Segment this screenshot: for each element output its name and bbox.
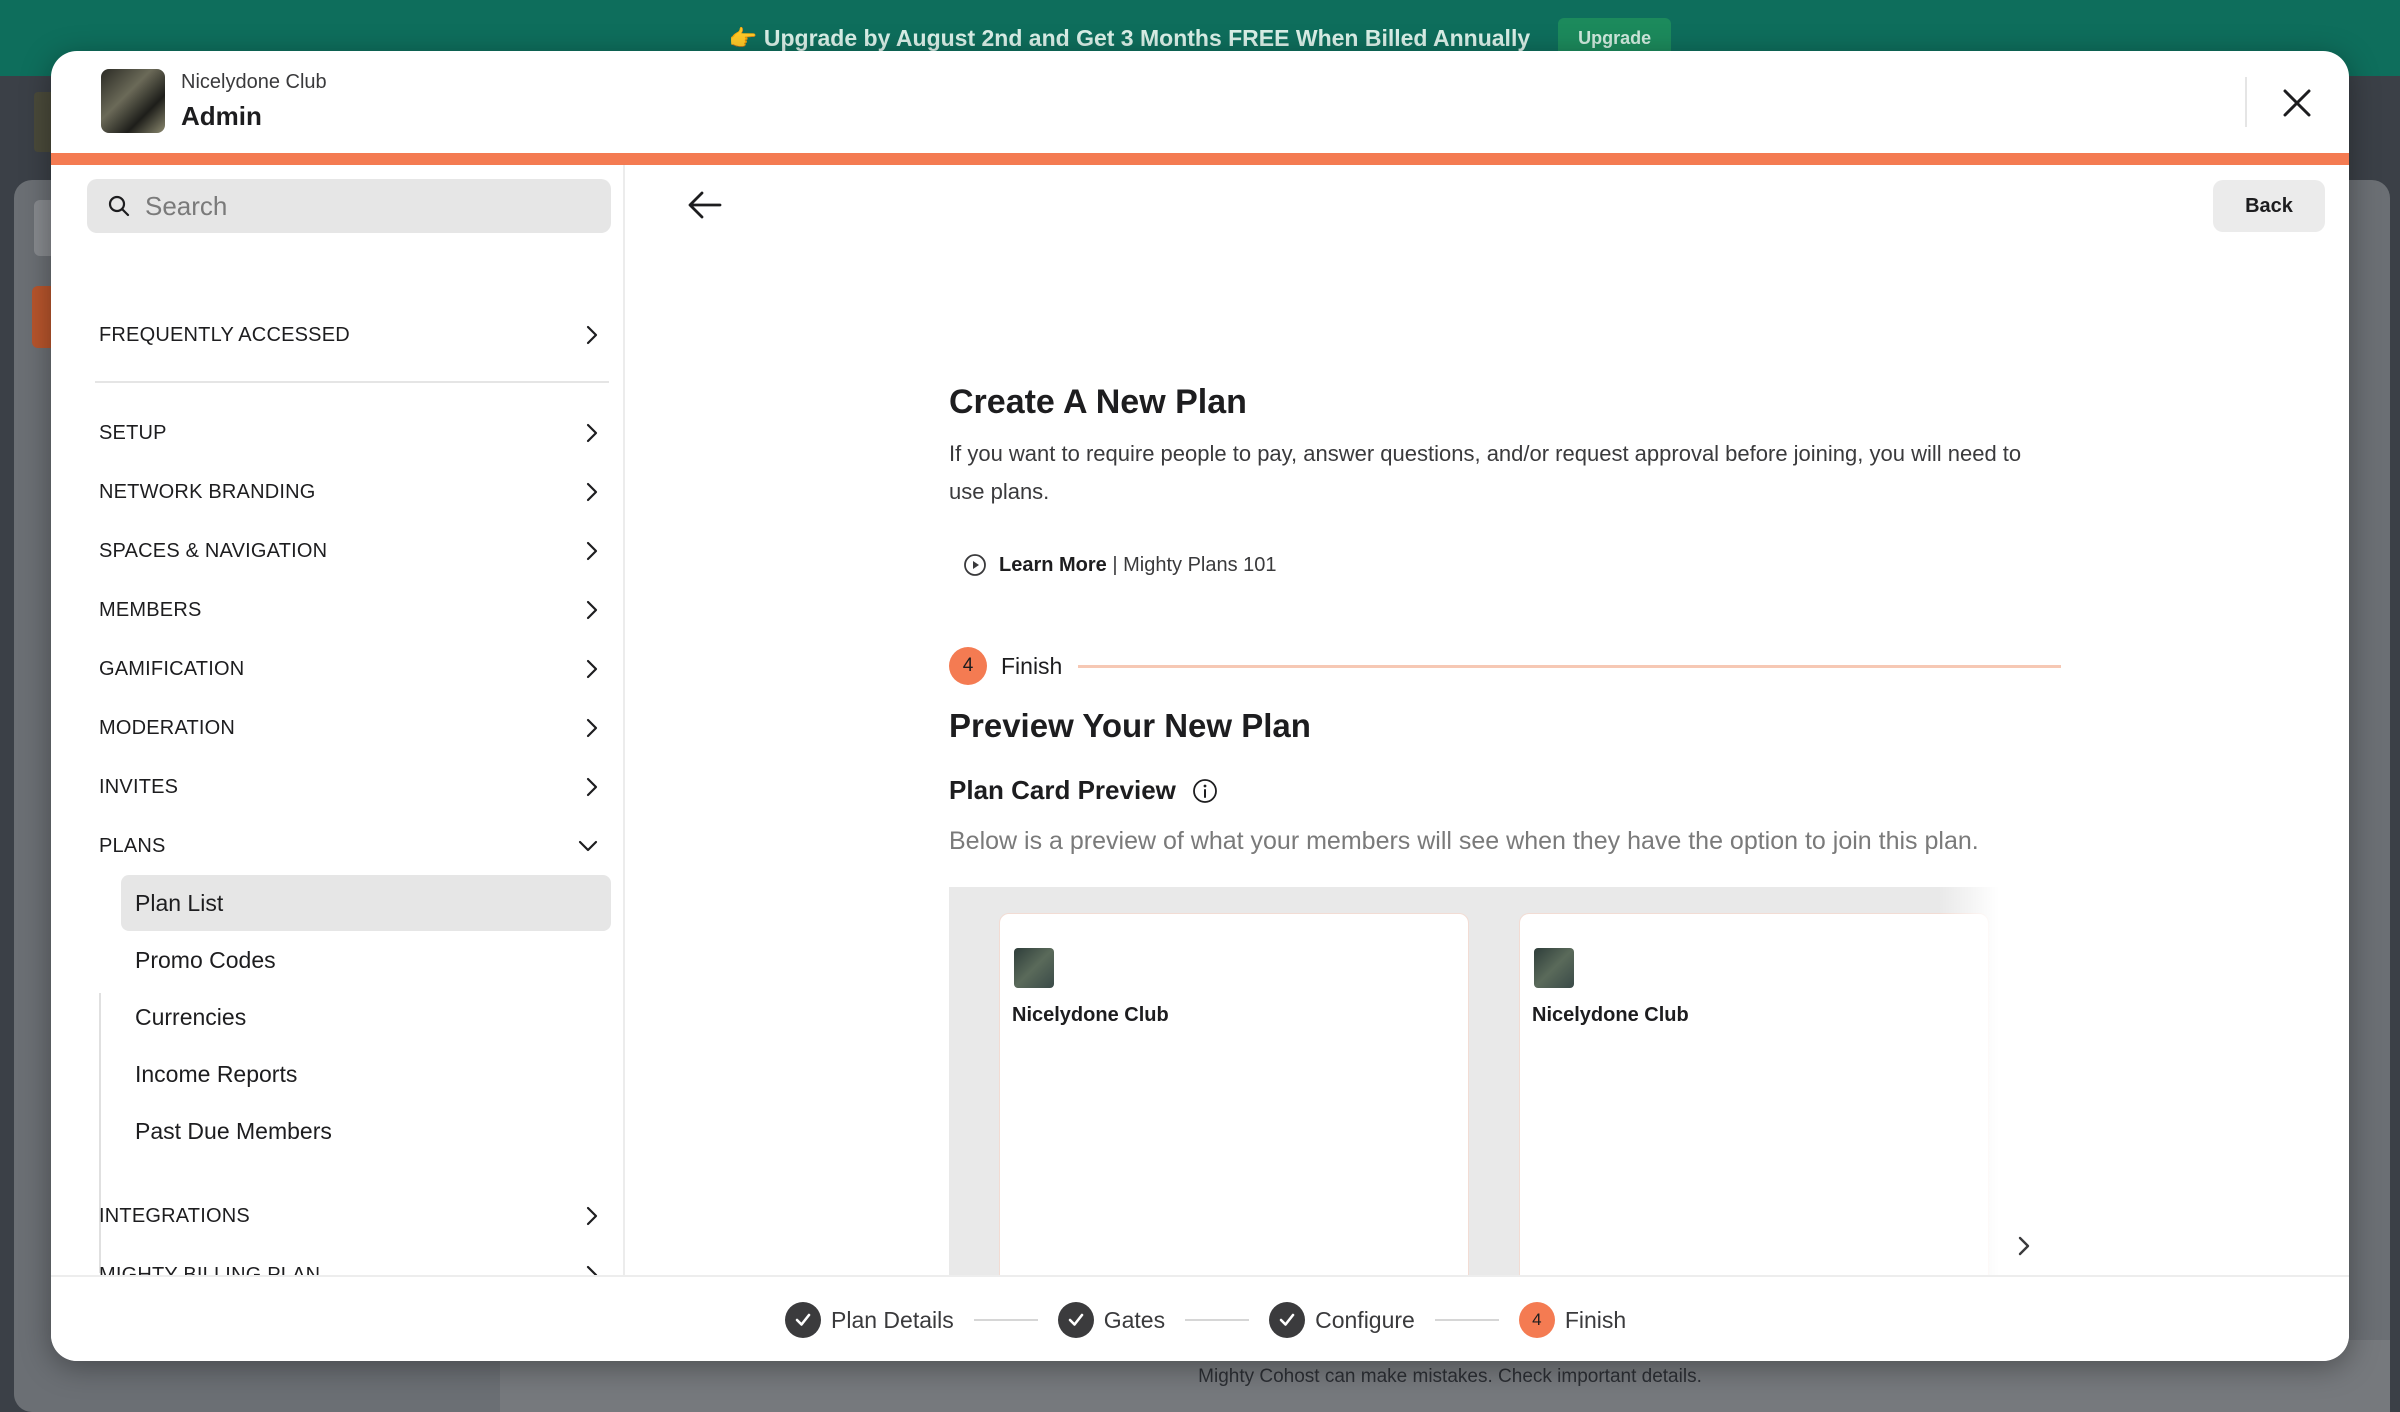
step-label: Finish: [1564, 1306, 1627, 1333]
step-number-badge: 4: [949, 647, 987, 685]
sidebar-item-label: INTEGRATIONS: [99, 1204, 250, 1227]
back-arrow-button[interactable]: [681, 181, 729, 229]
plan-card-logo: [1014, 948, 1054, 988]
plan-card-logo: [1534, 948, 1574, 988]
check-icon: [785, 1302, 821, 1338]
sidebar-item-invites[interactable]: INVITES: [99, 763, 599, 811]
sidebar-item-members[interactable]: MEMBERS: [99, 586, 599, 634]
plan-card[interactable]: Nicelydone Club: [1519, 913, 1989, 1285]
plan-card[interactable]: Nicelydone Club: [999, 913, 1469, 1285]
create-plan-description: If you want to require people to pay, an…: [949, 441, 2022, 504]
admin-sidebar: FREQUENTLY ACCESSED SETUP NETWORK BRANDI…: [51, 165, 625, 1285]
sidebar-item-label: MODERATION: [99, 716, 236, 739]
sidebar-subitem-income-reports[interactable]: Income Reports: [121, 1046, 611, 1102]
chevron-right-icon: [586, 325, 598, 345]
sidebar-item-gamification[interactable]: GAMIFICATION: [99, 645, 599, 693]
step-gates[interactable]: Gates: [1057, 1302, 1166, 1338]
step-configure[interactable]: Configure: [1269, 1302, 1415, 1338]
close-button[interactable]: [2271, 77, 2323, 129]
sidebar-subitem-currencies[interactable]: Currencies: [121, 989, 611, 1045]
sidebar-item-moderation[interactable]: MODERATION: [99, 704, 599, 752]
sidebar-item-label: SETUP: [99, 421, 167, 444]
sidebar-item-label: NETWORK BRANDING: [99, 480, 316, 503]
chevron-right-icon: [586, 600, 598, 620]
wizard-stepper: Plan Details Gates Configure 4 Finish: [785, 1277, 1626, 1361]
chevron-right-icon: [2018, 1236, 2030, 1256]
check-icon: [1057, 1302, 1094, 1338]
org-logo: [101, 69, 165, 133]
chevron-down-icon: [578, 840, 598, 852]
step-finish[interactable]: 4 Finish: [1518, 1302, 1627, 1338]
plan-card-carousel: Nicelydone Club Nicelydone Club: [949, 887, 1999, 1285]
disclaimer-text: Mighty Cohost can make mistakes. Check i…: [1198, 1366, 1702, 1387]
page-title: Admin: [181, 101, 262, 131]
sidebar-divider: [95, 381, 609, 383]
sidebar-item-network-branding[interactable]: NETWORK BRANDING: [99, 468, 599, 516]
sidebar-item-setup[interactable]: SETUP: [99, 409, 599, 457]
step-line: [1078, 664, 2061, 668]
arrow-left-icon: [688, 191, 722, 219]
sidebar-item-spaces-navigation[interactable]: SPACES & NAVIGATION: [99, 527, 599, 575]
search-box[interactable]: [87, 179, 611, 233]
admin-modal: Nicelydone Club Admin FREQUENTLY ACCESSE…: [51, 51, 2349, 1361]
back-button[interactable]: Back: [2213, 180, 2325, 232]
step-label: Plan Details: [831, 1306, 954, 1333]
check-icon: [1269, 1302, 1306, 1338]
accent-bar: [51, 153, 2349, 165]
info-icon[interactable]: [1192, 778, 1218, 804]
step-label: Finish: [1001, 652, 1063, 679]
learn-more-rest: | Mighty Plans 101: [1106, 553, 1277, 576]
current-step-header: 4 Finish: [949, 647, 2061, 685]
learn-more-link[interactable]: Learn More | Mighty Plans 101: [963, 553, 1277, 577]
sidebar-item-plans[interactable]: PLANS: [99, 822, 599, 870]
sidebar-subitem-past-due-members[interactable]: Past Due Members: [121, 1103, 611, 1159]
sidebar-item-label: FREQUENTLY ACCESSED: [99, 323, 350, 346]
carousel-next-button[interactable]: [2009, 1231, 2039, 1261]
close-icon: [2283, 89, 2311, 117]
sidebar-item-integrations[interactable]: INTEGRATIONS: [99, 1192, 599, 1240]
step-number-badge: 4: [1518, 1302, 1555, 1338]
sidebar-item-frequently-accessed[interactable]: FREQUENTLY ACCESSED: [99, 311, 599, 359]
plan-card-preview-heading: Plan Card Preview: [949, 775, 1218, 806]
sidebar-item-label: SPACES & NAVIGATION: [99, 539, 328, 562]
plan-card-preview-description: Below is a preview of what your members …: [949, 827, 1979, 855]
learn-more-text: Learn More | Mighty Plans 101: [999, 554, 1277, 577]
learn-more-bold: Learn More: [999, 553, 1107, 576]
sidebar-subitem-promo-codes[interactable]: Promo Codes: [121, 932, 611, 988]
step-connector: [973, 1319, 1038, 1321]
step-label: Configure: [1315, 1306, 1415, 1333]
plan-card-name: Nicelydone Club: [1012, 1004, 1169, 1026]
chevron-right-icon: [586, 1206, 598, 1226]
chevron-right-icon: [586, 777, 598, 797]
sidebar-item-label: GAMIFICATION: [99, 657, 245, 680]
step-connector: [1434, 1319, 1499, 1321]
sidebar-subitem-plan-list[interactable]: Plan List: [121, 875, 611, 931]
step-label: Gates: [1103, 1306, 1166, 1333]
step-plan-details[interactable]: Plan Details: [785, 1302, 954, 1338]
main-content: Back Create A New Plan If you want to re…: [627, 165, 2349, 1285]
carousel-fade: [1939, 887, 1999, 1285]
create-plan-title: Create A New Plan: [949, 383, 1247, 421]
chevron-right-icon: [586, 423, 598, 443]
chevron-right-icon: [586, 659, 598, 679]
sidebar-item-label: INVITES: [99, 775, 179, 798]
play-circle-icon: [964, 554, 986, 576]
org-name: Nicelydone Club: [181, 71, 327, 93]
search-icon: [108, 195, 130, 217]
wizard-footer: Plan Details Gates Configure 4 Finish: [51, 1275, 2349, 1361]
chevron-right-icon: [586, 718, 598, 738]
modal-header: Nicelydone Club Admin: [51, 51, 2349, 153]
search-input[interactable]: [145, 190, 585, 222]
sidebar-item-label: PLANS: [99, 834, 166, 857]
banner-text: 👉 Upgrade by August 2nd and Get 3 Months…: [728, 24, 1531, 51]
header-divider: [2245, 77, 2247, 127]
preview-title: Preview Your New Plan: [949, 707, 1311, 744]
sidebar-item-label: MEMBERS: [99, 598, 202, 621]
plan-card-name: Nicelydone Club: [1532, 1004, 1689, 1026]
chevron-right-icon: [586, 482, 598, 502]
plan-card-preview-title: Plan Card Preview: [949, 775, 1176, 805]
step-connector: [1185, 1319, 1250, 1321]
chevron-right-icon: [586, 541, 598, 561]
